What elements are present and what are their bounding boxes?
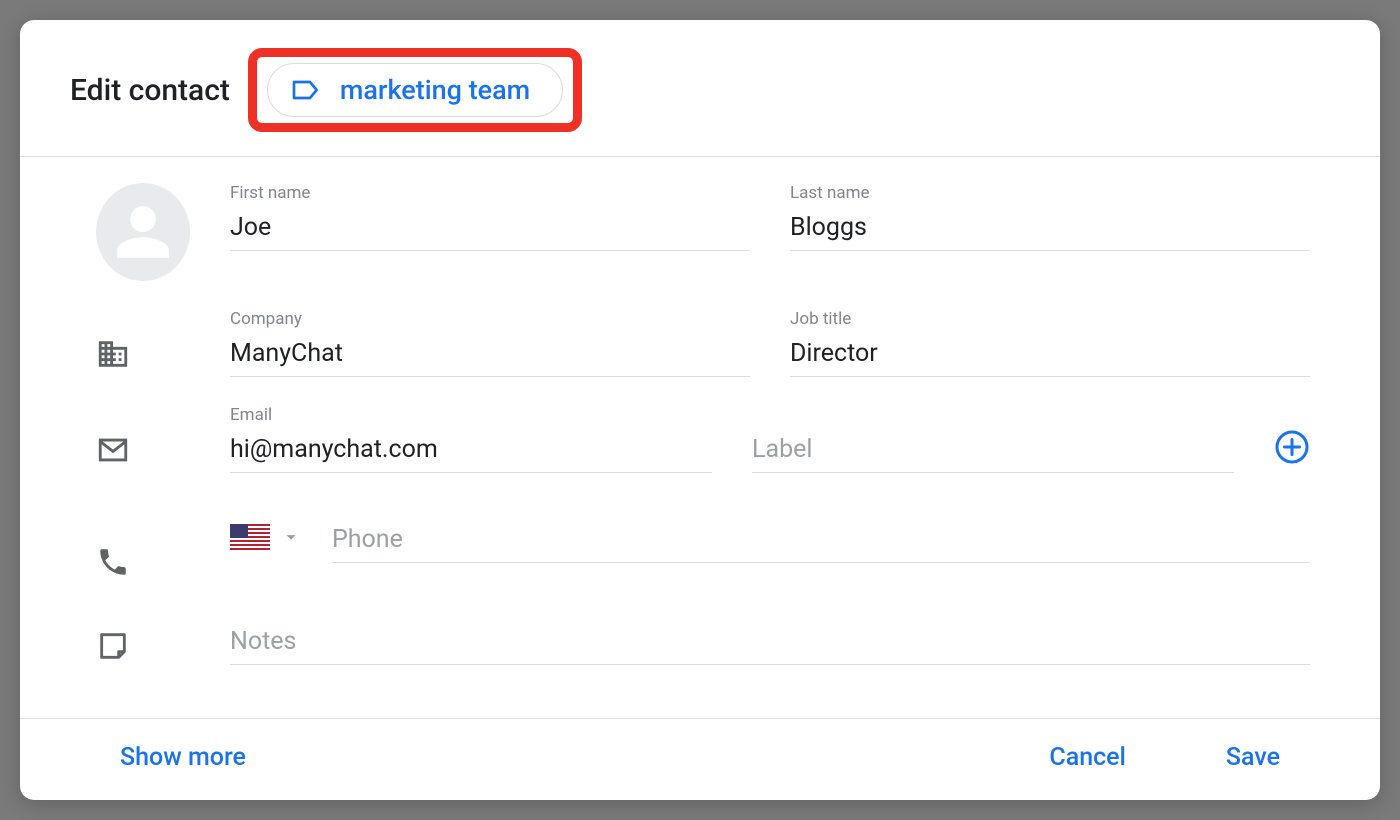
- person-icon: [112, 201, 174, 263]
- email-label-field-label: [752, 405, 1234, 425]
- dialog-header: Edit contact marketing team: [20, 20, 1380, 157]
- dialog-footer: Show more Cancel Save: [20, 718, 1380, 800]
- job-title-field-wrapper: Job title: [790, 309, 1310, 377]
- add-email-button[interactable]: [1274, 429, 1310, 473]
- dialog-content: First name Last name Company: [20, 157, 1380, 718]
- company-icon: [96, 337, 130, 371]
- save-button[interactable]: Save: [1226, 743, 1280, 772]
- email-field-wrapper: Email: [230, 405, 712, 473]
- company-field-wrapper: Company: [230, 309, 750, 377]
- notes-field[interactable]: [230, 623, 1310, 665]
- label-icon: [290, 74, 322, 106]
- first-name-label: First name: [230, 183, 750, 203]
- email-label: Email: [230, 405, 712, 425]
- email-row: Email: [90, 405, 1310, 473]
- add-circle-icon: [1274, 429, 1310, 465]
- company-label: Company: [230, 309, 750, 329]
- avatar-cell: [90, 183, 190, 281]
- first-name-field-wrapper: First name: [230, 183, 750, 251]
- country-selector[interactable]: [230, 524, 302, 556]
- company-field[interactable]: [230, 335, 750, 377]
- cancel-button[interactable]: Cancel: [1049, 743, 1126, 772]
- label-chip[interactable]: marketing team: [267, 63, 563, 117]
- first-name-field[interactable]: [230, 209, 750, 251]
- us-flag-icon: [230, 524, 270, 550]
- show-more-button[interactable]: Show more: [120, 743, 246, 772]
- label-chip-text: marketing team: [340, 74, 530, 106]
- email-field[interactable]: [230, 431, 712, 473]
- note-icon: [96, 629, 130, 663]
- email-icon: [96, 433, 130, 467]
- name-row: First name Last name: [90, 183, 1310, 281]
- email-label-field-wrapper: [752, 405, 1234, 473]
- edit-contact-dialog: Edit contact marketing team First name: [20, 20, 1380, 800]
- notes-row: [90, 623, 1310, 665]
- annotation-highlight: marketing team: [248, 48, 582, 132]
- last-name-label: Last name: [790, 183, 1310, 203]
- chevron-down-icon: [280, 526, 302, 548]
- phone-icon: [96, 545, 130, 579]
- email-label-field[interactable]: [752, 431, 1234, 473]
- company-row: Company Job title: [90, 309, 1310, 377]
- avatar-placeholder[interactable]: [96, 183, 190, 281]
- phone-field[interactable]: [332, 517, 1310, 563]
- job-title-field[interactable]: [790, 335, 1310, 377]
- dialog-title: Edit contact: [70, 73, 230, 108]
- phone-row: [90, 517, 1310, 579]
- last-name-field[interactable]: [790, 209, 1310, 251]
- last-name-field-wrapper: Last name: [790, 183, 1310, 251]
- job-title-label: Job title: [790, 309, 1310, 329]
